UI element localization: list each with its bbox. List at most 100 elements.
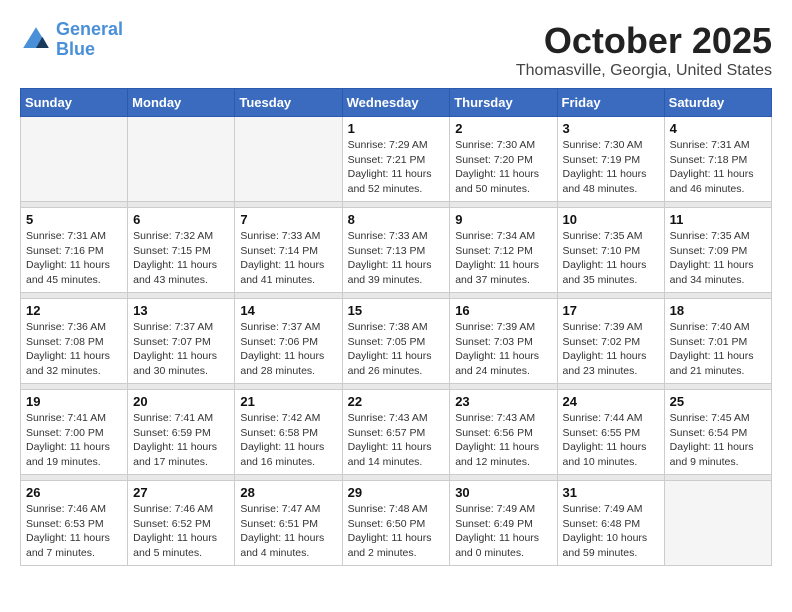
day-info: Sunrise: 7:31 AM Sunset: 7:16 PM Dayligh…: [26, 229, 122, 288]
day-number: 20: [133, 394, 229, 409]
calendar-cell: [21, 117, 128, 202]
calendar-cell: 9 Sunrise: 7:34 AM Sunset: 7:12 PM Daylig…: [450, 208, 557, 293]
day-number: 10: [563, 212, 659, 227]
week-row: 26 Sunrise: 7:46 AM Sunset: 6:53 PM Dayli…: [21, 481, 772, 566]
calendar-cell: 13 Sunrise: 7:37 AM Sunset: 7:07 PM Dayli…: [128, 299, 235, 384]
logo-text: General Blue: [56, 20, 123, 60]
day-number: 18: [670, 303, 766, 318]
calendar-cell: [128, 117, 235, 202]
day-info: Sunrise: 7:41 AM Sunset: 6:59 PM Dayligh…: [133, 411, 229, 470]
calendar-cell: 22Sunrise: 7:43 AM Sunset: 6:57 PM Dayli…: [342, 390, 450, 475]
calendar-cell: 18 Sunrise: 7:40 AM Sunset: 7:01 PM Dayli…: [664, 299, 771, 384]
day-number: 11: [670, 212, 766, 227]
day-number: 1: [348, 121, 445, 136]
day-number: 31: [563, 485, 659, 500]
day-number: 23: [455, 394, 551, 409]
calendar-cell: 8Sunrise: 7:33 AM Sunset: 7:13 PM Daylig…: [342, 208, 450, 293]
calendar-cell: 4 Sunrise: 7:31 AM Sunset: 7:18 PM Daylig…: [664, 117, 771, 202]
week-row: 5 Sunrise: 7:31 AM Sunset: 7:16 PM Daylig…: [21, 208, 772, 293]
page-header: October 2025 Thomasville, Georgia, Unite…: [20, 20, 772, 80]
day-info: Sunrise: 7:46 AM Sunset: 6:53 PM Dayligh…: [26, 502, 122, 561]
week-row: 1 Sunrise: 7:29 AM Sunset: 7:21 PM Daylig…: [21, 117, 772, 202]
day-number: 13: [133, 303, 229, 318]
calendar-cell: 7 Sunrise: 7:33 AM Sunset: 7:14 PM Daylig…: [235, 208, 342, 293]
weekday-header-row: SundayMondayTuesdayWednesdayThursdayFrid…: [21, 89, 772, 117]
day-number: 26: [26, 485, 122, 500]
calendar-cell: 3Sunrise: 7:30 AM Sunset: 7:19 PM Daylig…: [557, 117, 664, 202]
calendar-cell: 30 Sunrise: 7:49 AM Sunset: 6:49 PM Dayli…: [450, 481, 557, 566]
calendar-cell: 27 Sunrise: 7:46 AM Sunset: 6:52 PM Dayli…: [128, 481, 235, 566]
logo-icon: [20, 24, 52, 56]
day-number: 19: [26, 394, 122, 409]
day-info: Sunrise: 7:39 AM Sunset: 7:02 PM Dayligh…: [563, 320, 659, 379]
day-info: Sunrise: 7:43 AM Sunset: 6:57 PM Dayligh…: [348, 411, 445, 470]
day-info: Sunrise: 7:47 AM Sunset: 6:51 PM Dayligh…: [240, 502, 336, 561]
calendar-cell: 10 Sunrise: 7:35 AM Sunset: 7:10 PM Dayli…: [557, 208, 664, 293]
calendar-cell: 23Sunrise: 7:43 AM Sunset: 6:56 PM Dayli…: [450, 390, 557, 475]
day-info: Sunrise: 7:40 AM Sunset: 7:01 PM Dayligh…: [670, 320, 766, 379]
calendar-cell: 6 Sunrise: 7:32 AM Sunset: 7:15 PM Daylig…: [128, 208, 235, 293]
day-info: Sunrise: 7:31 AM Sunset: 7:18 PM Dayligh…: [670, 138, 766, 197]
day-number: 9: [455, 212, 551, 227]
day-info: Sunrise: 7:38 AM Sunset: 7:05 PM Dayligh…: [348, 320, 445, 379]
day-number: 14: [240, 303, 336, 318]
page-subtitle: Thomasville, Georgia, United States: [20, 62, 772, 80]
day-number: 4: [670, 121, 766, 136]
calendar-cell: 12 Sunrise: 7:36 AM Sunset: 7:08 PM Dayli…: [21, 299, 128, 384]
day-info: Sunrise: 7:32 AM Sunset: 7:15 PM Dayligh…: [133, 229, 229, 288]
calendar-cell: 26 Sunrise: 7:46 AM Sunset: 6:53 PM Dayli…: [21, 481, 128, 566]
day-number: 17: [563, 303, 659, 318]
day-info: Sunrise: 7:37 AM Sunset: 7:07 PM Dayligh…: [133, 320, 229, 379]
day-info: Sunrise: 7:35 AM Sunset: 7:10 PM Dayligh…: [563, 229, 659, 288]
day-info: Sunrise: 7:45 AM Sunset: 6:54 PM Dayligh…: [670, 411, 766, 470]
calendar-cell: 14 Sunrise: 7:37 AM Sunset: 7:06 PM Dayli…: [235, 299, 342, 384]
day-info: Sunrise: 7:36 AM Sunset: 7:08 PM Dayligh…: [26, 320, 122, 379]
day-number: 15: [348, 303, 445, 318]
weekday-header: Sunday: [21, 89, 128, 117]
calendar-cell: 21Sunrise: 7:42 AM Sunset: 6:58 PM Dayli…: [235, 390, 342, 475]
day-number: 2: [455, 121, 551, 136]
day-info: Sunrise: 7:49 AM Sunset: 6:48 PM Dayligh…: [563, 502, 659, 561]
day-info: Sunrise: 7:37 AM Sunset: 7:06 PM Dayligh…: [240, 320, 336, 379]
calendar-cell: 29 Sunrise: 7:48 AM Sunset: 6:50 PM Dayli…: [342, 481, 450, 566]
day-number: 5: [26, 212, 122, 227]
calendar-cell: 17 Sunrise: 7:39 AM Sunset: 7:02 PM Dayli…: [557, 299, 664, 384]
day-info: Sunrise: 7:49 AM Sunset: 6:49 PM Dayligh…: [455, 502, 551, 561]
calendar-cell: 2 Sunrise: 7:30 AM Sunset: 7:20 PM Daylig…: [450, 117, 557, 202]
weekday-header: Saturday: [664, 89, 771, 117]
weekday-header: Thursday: [450, 89, 557, 117]
week-row: 12 Sunrise: 7:36 AM Sunset: 7:08 PM Dayli…: [21, 299, 772, 384]
day-number: 27: [133, 485, 229, 500]
day-number: 24: [563, 394, 659, 409]
calendar-cell: 20 Sunrise: 7:41 AM Sunset: 6:59 PM Dayli…: [128, 390, 235, 475]
day-info: Sunrise: 7:33 AM Sunset: 7:13 PM Dayligh…: [348, 229, 445, 288]
weekday-header: Friday: [557, 89, 664, 117]
day-number: 29: [348, 485, 445, 500]
calendar-table: SundayMondayTuesdayWednesdayThursdayFrid…: [20, 88, 772, 566]
day-info: Sunrise: 7:48 AM Sunset: 6:50 PM Dayligh…: [348, 502, 445, 561]
logo: General Blue: [20, 20, 123, 60]
day-number: 12: [26, 303, 122, 318]
calendar-cell: 16Sunrise: 7:39 AM Sunset: 7:03 PM Dayli…: [450, 299, 557, 384]
day-info: Sunrise: 7:33 AM Sunset: 7:14 PM Dayligh…: [240, 229, 336, 288]
day-info: Sunrise: 7:44 AM Sunset: 6:55 PM Dayligh…: [563, 411, 659, 470]
day-number: 28: [240, 485, 336, 500]
day-number: 7: [240, 212, 336, 227]
day-info: Sunrise: 7:30 AM Sunset: 7:20 PM Dayligh…: [455, 138, 551, 197]
calendar-cell: 15 Sunrise: 7:38 AM Sunset: 7:05 PM Dayli…: [342, 299, 450, 384]
day-info: Sunrise: 7:34 AM Sunset: 7:12 PM Dayligh…: [455, 229, 551, 288]
day-number: 30: [455, 485, 551, 500]
day-number: 16: [455, 303, 551, 318]
day-info: Sunrise: 7:42 AM Sunset: 6:58 PM Dayligh…: [240, 411, 336, 470]
day-info: Sunrise: 7:46 AM Sunset: 6:52 PM Dayligh…: [133, 502, 229, 561]
calendar-cell: [664, 481, 771, 566]
calendar-cell: 25Sunrise: 7:45 AM Sunset: 6:54 PM Dayli…: [664, 390, 771, 475]
calendar-cell: 5 Sunrise: 7:31 AM Sunset: 7:16 PM Daylig…: [21, 208, 128, 293]
page-title: October 2025: [20, 20, 772, 62]
calendar-cell: 1 Sunrise: 7:29 AM Sunset: 7:21 PM Daylig…: [342, 117, 450, 202]
weekday-header: Tuesday: [235, 89, 342, 117]
calendar-cell: 31 Sunrise: 7:49 AM Sunset: 6:48 PM Dayli…: [557, 481, 664, 566]
day-number: 6: [133, 212, 229, 227]
day-info: Sunrise: 7:29 AM Sunset: 7:21 PM Dayligh…: [348, 138, 445, 197]
weekday-header: Wednesday: [342, 89, 450, 117]
